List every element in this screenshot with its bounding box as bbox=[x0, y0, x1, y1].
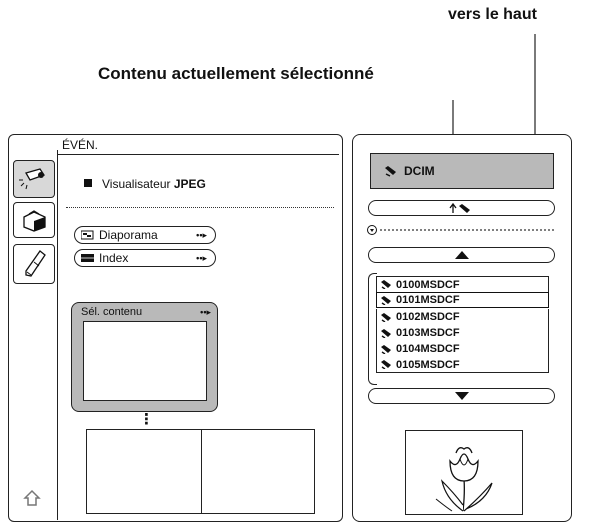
folder-icon bbox=[381, 295, 391, 306]
toolbox-icon bbox=[23, 210, 46, 232]
current-folder-name: DCIM bbox=[404, 164, 435, 178]
folder-name: 0105MSDCF bbox=[396, 358, 460, 371]
tab-title: ÉVÉN. bbox=[62, 138, 99, 152]
folder-icon bbox=[385, 166, 396, 177]
slideshow-icon bbox=[81, 230, 94, 240]
more-arrow-icon: ••▸ bbox=[196, 252, 207, 263]
folder-up-button[interactable] bbox=[368, 200, 555, 216]
thumbnail-slot-2[interactable] bbox=[200, 429, 315, 514]
index-label: Index bbox=[99, 251, 129, 265]
viewer-bullet bbox=[84, 179, 92, 187]
index-icon bbox=[81, 254, 94, 262]
triangle-down-icon bbox=[455, 392, 469, 400]
folder-row[interactable]: 0105MSDCF bbox=[376, 357, 549, 373]
dotted-separator bbox=[66, 207, 334, 208]
viewer-label: Visualisateur JPEG bbox=[102, 177, 206, 191]
home-icon[interactable] bbox=[22, 488, 42, 508]
folder-icon bbox=[381, 360, 391, 370]
folder-icon bbox=[381, 280, 391, 290]
viewer-label-prefix: Visualisateur bbox=[102, 177, 174, 191]
callout-up: vers le haut bbox=[448, 6, 537, 23]
tab-toolbox[interactable] bbox=[13, 202, 55, 238]
pen-icon bbox=[25, 250, 46, 277]
folder-row[interactable]: 0103MSDCF bbox=[376, 325, 549, 341]
folder-icon bbox=[381, 312, 391, 323]
content-thumbnail bbox=[83, 321, 207, 401]
folder-row[interactable]: 0104MSDCF bbox=[376, 341, 549, 357]
scroll-up-button[interactable] bbox=[368, 247, 555, 263]
preview-box bbox=[405, 430, 523, 515]
tulip-icon bbox=[435, 447, 493, 512]
folder-row-selected[interactable]: 0101MSDCF bbox=[376, 292, 549, 308]
folder-icon bbox=[381, 344, 391, 355]
tab-title-strip bbox=[57, 136, 339, 155]
viewer-label-strong: JPEG bbox=[173, 177, 206, 191]
folder-row[interactable]: 0102MSDCF bbox=[376, 309, 549, 325]
more-ellipsis: ⋮ bbox=[139, 411, 154, 428]
folder-name: 0102MSDCF bbox=[396, 311, 460, 323]
content-select-label: Sél. contenu bbox=[81, 306, 143, 318]
more-arrow-icon: ••▸ bbox=[200, 307, 211, 317]
folder-name: 0100MSDCF bbox=[396, 278, 460, 291]
tab-projector[interactable] bbox=[13, 160, 55, 198]
current-folder-bar: DCIM bbox=[370, 153, 554, 189]
thumbnail-slot-1[interactable] bbox=[86, 429, 202, 514]
index-button[interactable]: Index ••▸ bbox=[74, 249, 216, 267]
scroll-down-button[interactable] bbox=[368, 388, 555, 404]
slideshow-button[interactable]: Diaporama ••▸ bbox=[74, 226, 216, 244]
more-arrow-icon: ••▸ bbox=[196, 229, 207, 240]
triangle-up-icon bbox=[455, 251, 469, 259]
tab-pen[interactable] bbox=[13, 244, 55, 284]
folder-icon bbox=[381, 328, 391, 339]
projector-icon bbox=[19, 168, 46, 190]
callout-selected-content: Contenu actuellement sélectionné bbox=[98, 64, 374, 83]
folder-name: 0101MSDCF bbox=[396, 294, 460, 306]
folder-list: 0100MSDCF 0101MSDCF 0102MSDCF 0103MSDCF … bbox=[376, 276, 549, 375]
folder-up-icon bbox=[449, 202, 470, 213]
current-position-indicator bbox=[367, 225, 554, 235]
folder-name: 0103MSDCF bbox=[396, 327, 460, 339]
content-select-box[interactable]: Sél. contenu ••▸ bbox=[71, 302, 218, 412]
slideshow-label: Diaporama bbox=[99, 228, 158, 242]
folder-row[interactable]: 0100MSDCF bbox=[376, 276, 549, 292]
folder-name: 0104MSDCF bbox=[396, 343, 460, 355]
